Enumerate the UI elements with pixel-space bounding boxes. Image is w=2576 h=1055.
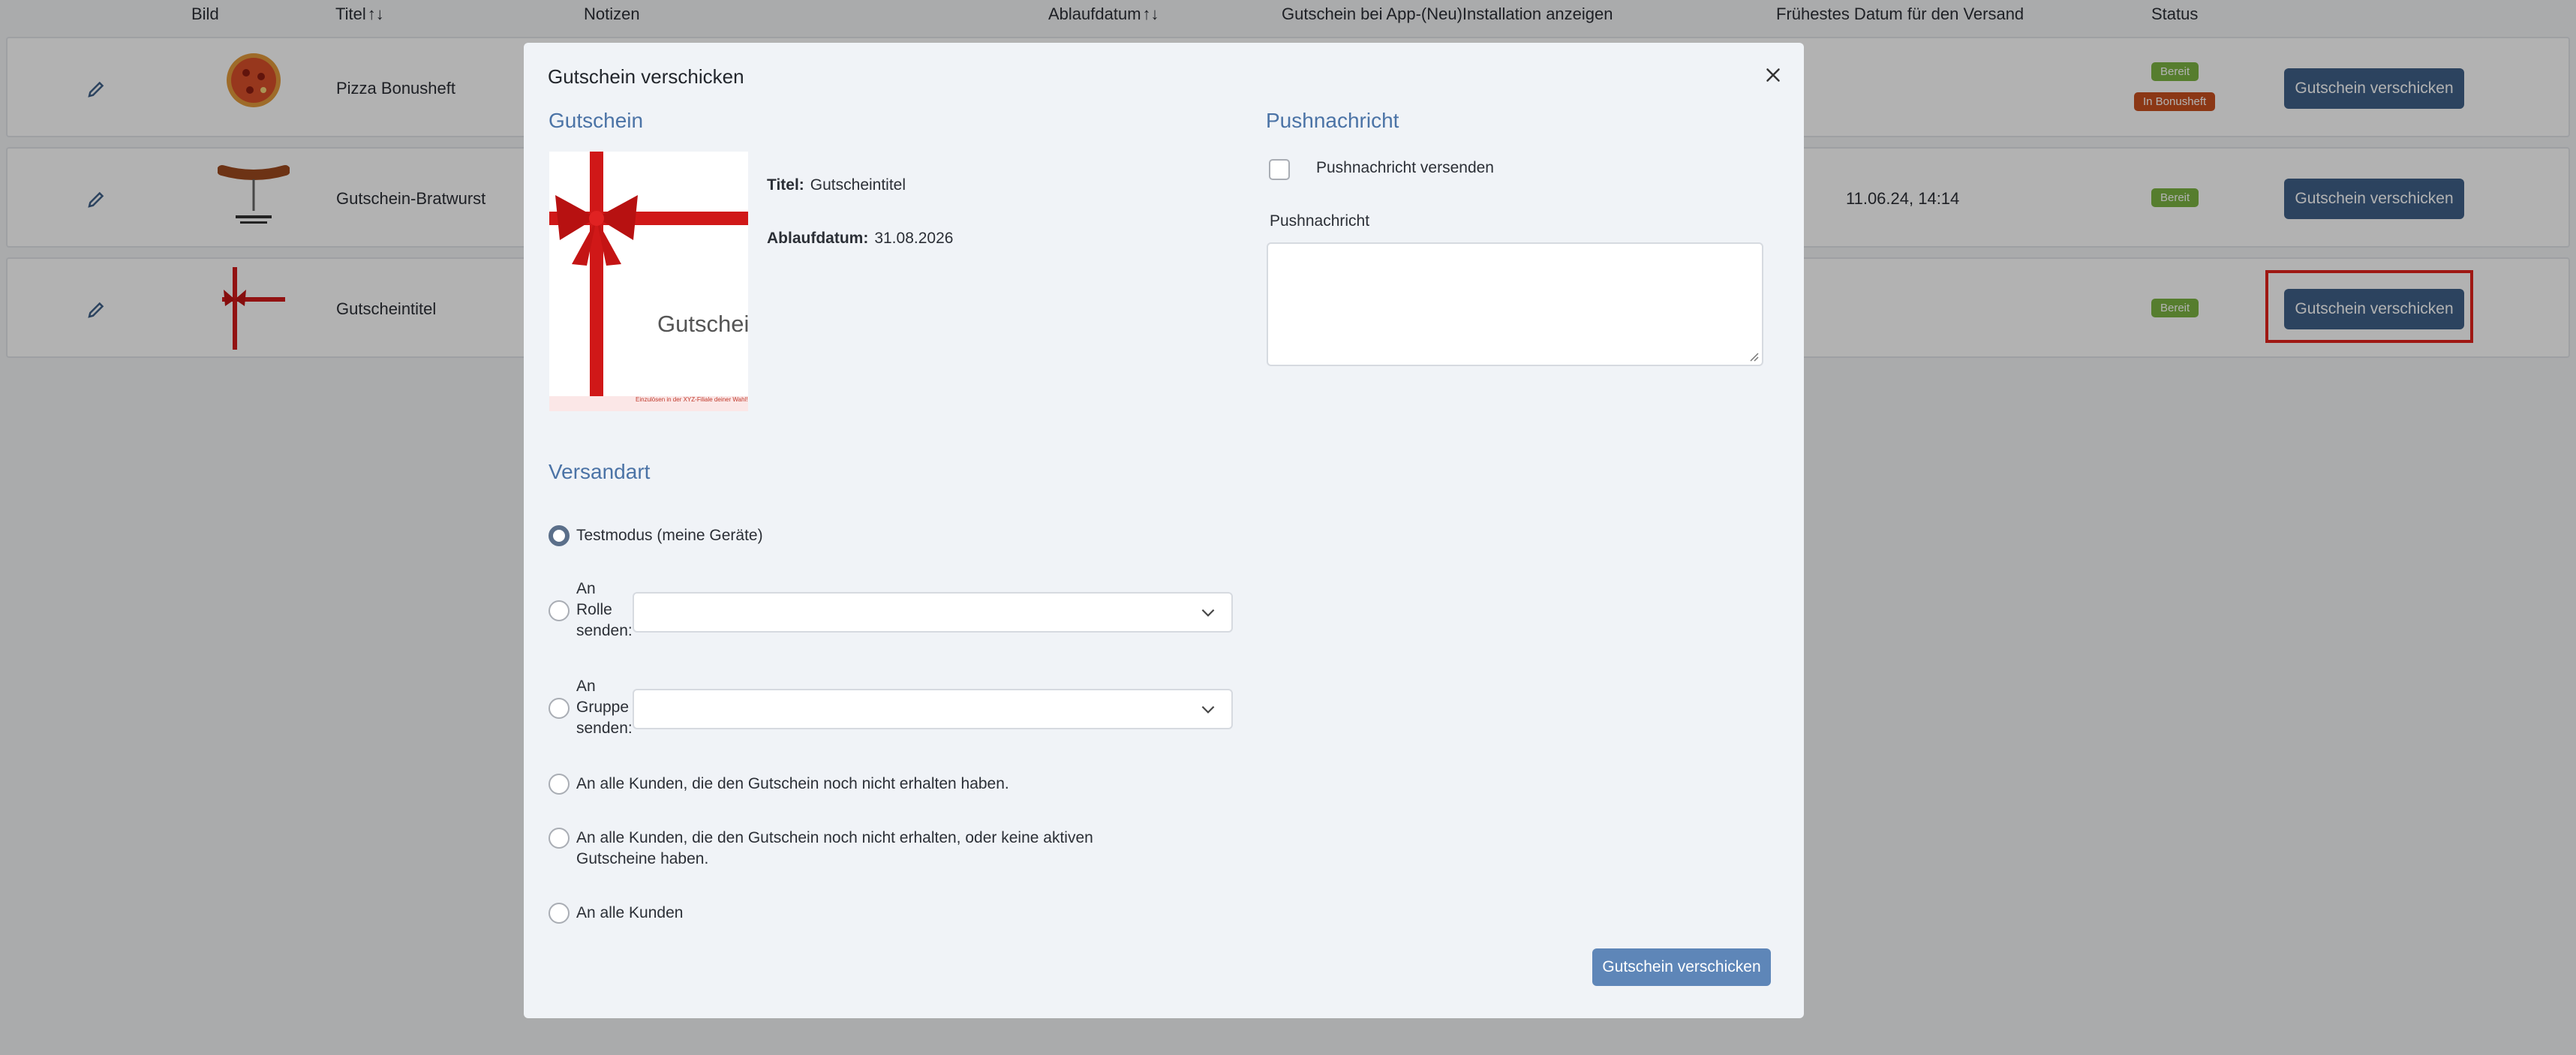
radio-alle[interactable]	[549, 903, 570, 924]
radio-rolle-label[interactable]: An Rolle senden:	[576, 579, 633, 642]
radio-rolle-label-line3: senden:	[576, 622, 633, 639]
voucher-title-line: Titel: Gutscheintitel	[767, 176, 906, 194]
radio-keine-aktiven[interactable]	[549, 828, 570, 849]
radio-nicht-erhalten[interactable]	[549, 774, 570, 795]
radio-rolle-label-line1: An	[576, 580, 596, 597]
submit-send-voucher-button[interactable]: Gutschein verschicken	[1592, 948, 1771, 986]
section-title-push: Pushnachricht	[1266, 109, 1399, 132]
radio-rolle-label-line2: Rolle	[576, 601, 612, 618]
voucher-image-text: Gutschein	[657, 311, 748, 337]
dialog-title: Gutschein verschicken	[548, 65, 744, 88]
send-voucher-dialog: Gutschein verschicken Gutschein Gutschei…	[524, 43, 1804, 1018]
close-icon[interactable]	[1762, 64, 1784, 86]
radio-rolle[interactable]	[549, 600, 570, 621]
push-send-checkbox[interactable]	[1269, 159, 1290, 180]
chevron-down-icon[interactable]	[1198, 603, 1218, 622]
section-title-voucher: Gutschein	[549, 109, 644, 132]
voucher-expiry-line: Ablaufdatum: 31.08.2026	[767, 230, 953, 248]
radio-testmodus[interactable]	[549, 525, 570, 546]
radio-gruppe-label-line2: Gruppe	[576, 699, 630, 716]
voucher-title-label: Titel:	[767, 176, 804, 194]
voucher-expiry-label: Ablaufdatum:	[767, 230, 869, 247]
radio-keine-aktiven-label-line1: An alle Kunden, die den Gutschein noch n…	[576, 829, 1093, 846]
group-select[interactable]	[633, 689, 1233, 729]
voucher-image: Gutschein Einzulösen in der XYZ-Filiale …	[549, 152, 748, 411]
chevron-down-icon[interactable]	[1198, 699, 1218, 719]
gift-ribbon-icon	[549, 152, 748, 411]
radio-keine-aktiven-label[interactable]: An alle Kunden, die den Gutschein noch n…	[576, 828, 1093, 870]
radio-alle-label[interactable]: An alle Kunden	[576, 903, 683, 924]
role-select[interactable]	[633, 592, 1233, 633]
push-message-textarea[interactable]	[1267, 242, 1763, 366]
section-title-shipping: Versandart	[549, 460, 651, 483]
radio-gruppe-label-line3: senden:	[576, 720, 633, 737]
radio-testmodus-label[interactable]: Testmodus (meine Geräte)	[576, 525, 763, 546]
resize-handle-icon[interactable]	[1748, 351, 1759, 362]
radio-nicht-erhalten-label[interactable]: An alle Kunden, die den Gutschein noch n…	[576, 774, 1009, 795]
radio-gruppe-label[interactable]: An Gruppe senden:	[576, 676, 633, 739]
radio-gruppe[interactable]	[549, 698, 570, 719]
voucher-image-small-text: Einzulösen in der XYZ-Filiale deiner Wah…	[636, 396, 748, 403]
voucher-title-value: Gutscheintitel	[810, 176, 906, 194]
radio-keine-aktiven-label-line2: Gutscheine haben.	[576, 850, 709, 867]
radio-gruppe-label-line1: An	[576, 678, 596, 695]
voucher-expiry-value: 31.08.2026	[874, 230, 954, 247]
push-message-label: Pushnachricht	[1270, 212, 1370, 230]
push-send-checkbox-label[interactable]: Pushnachricht versenden	[1316, 159, 1494, 177]
